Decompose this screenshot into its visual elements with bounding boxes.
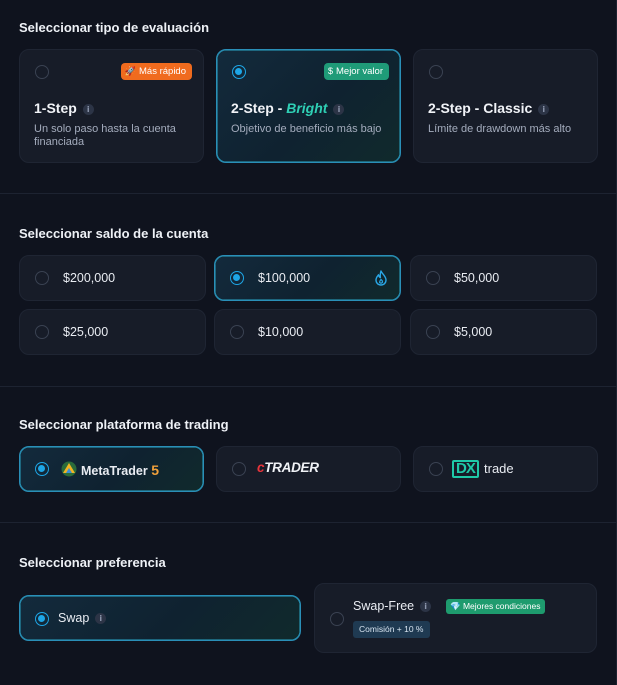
- evaluation-option-2step-bright[interactable]: $ Mejor valor 2-Step - Bright i Objetivo d…: [216, 49, 401, 163]
- preference-option-swap-free[interactable]: Swap-Free i 💎 Mejores condiciones Comisió…: [314, 583, 597, 653]
- platform-option-ctrader[interactable]: cTRADER: [216, 446, 401, 492]
- radio-balance[interactable]: [230, 325, 244, 339]
- balance-option-25000[interactable]: $25,000: [19, 309, 206, 355]
- rocket-icon: 🚀: [124, 66, 136, 76]
- badge-best-value: $ Mejor valor: [323, 63, 389, 80]
- radio-balance[interactable]: [426, 325, 440, 339]
- plan-description: Un solo paso hasta la cuenta financiada: [34, 123, 176, 148]
- info-icon[interactable]: i: [420, 601, 432, 613]
- ctrader-logo: cTRADER: [257, 460, 319, 475]
- dxtrade-logo-icon: DX: [452, 460, 479, 478]
- divider: [0, 386, 617, 387]
- divider: [0, 193, 617, 194]
- plan-name: 2-Step - Classic i: [428, 100, 550, 116]
- platform-option-metatrader5[interactable]: MetaTrader 5: [19, 446, 204, 492]
- plan-name: 1-Step i: [34, 100, 94, 116]
- evaluation-option-1step[interactable]: 🚀 Más rápido 1-Step i Un solo paso hasta l…: [19, 49, 204, 163]
- balance-option-10000[interactable]: $10,000: [214, 309, 401, 355]
- balance-option-5000[interactable]: $5,000: [410, 309, 597, 355]
- flame-icon: [375, 270, 387, 286]
- metatrader-logo-icon: [61, 461, 77, 477]
- selection-panel: Seleccionar tipo de evaluación 🚀 Más rápi…: [0, 0, 617, 685]
- balance-option-50000[interactable]: $50,000: [410, 255, 597, 301]
- preference-section-title: Seleccionar preferencia: [19, 555, 166, 570]
- balance-option-200000[interactable]: $200,000: [19, 255, 206, 301]
- balance-amount: $50,000: [454, 271, 500, 285]
- radio-preference[interactable]: [35, 612, 49, 626]
- radio-platform[interactable]: [232, 462, 246, 476]
- swap-free-label: Swap-Free i: [353, 599, 432, 613]
- balance-amount: $100,000: [258, 271, 311, 285]
- radio-platform[interactable]: [35, 462, 49, 476]
- swap-label: Swap i: [58, 611, 107, 625]
- info-icon[interactable]: i: [95, 613, 107, 625]
- platform-option-dxtrade[interactable]: DX trade: [413, 446, 598, 492]
- metatrader-label: MetaTrader 5: [81, 462, 159, 478]
- balance-option-100000[interactable]: $100,000: [214, 255, 401, 301]
- info-icon[interactable]: i: [82, 103, 94, 115]
- plan-description: Objetivo de beneficio más bajo: [231, 123, 382, 135]
- balance-amount: $5,000: [454, 325, 493, 339]
- balance-amount: $10,000: [258, 325, 304, 339]
- badge-fastest: 🚀 Más rápido: [120, 63, 192, 80]
- radio-2step-classic[interactable]: [429, 65, 443, 79]
- balance-amount: $200,000: [63, 271, 116, 285]
- radio-balance[interactable]: [35, 271, 49, 285]
- plan-description: Límite de drawdown más alto: [428, 123, 572, 135]
- dxtrade-label: trade: [484, 461, 514, 476]
- preference-option-swap[interactable]: Swap i: [19, 595, 301, 641]
- plan-name: 2-Step - Bright i: [231, 100, 345, 116]
- info-icon[interactable]: i: [333, 103, 345, 115]
- radio-2step-bright[interactable]: [232, 65, 246, 79]
- info-icon[interactable]: i: [538, 103, 550, 115]
- radio-balance[interactable]: [426, 271, 440, 285]
- balance-section-title: Seleccionar saldo de la cuenta: [19, 226, 209, 241]
- evaluation-option-2step-classic[interactable]: 2-Step - Classic i Límite de drawdown más…: [413, 49, 598, 163]
- radio-balance[interactable]: [35, 325, 49, 339]
- evaluation-section-title: Seleccionar tipo de evaluación: [19, 20, 210, 35]
- commission-tag: Comisión + 10 %: [353, 621, 430, 638]
- radio-1step[interactable]: [35, 65, 49, 79]
- radio-preference[interactable]: [330, 612, 344, 626]
- radio-platform[interactable]: [429, 462, 443, 476]
- badge-best-conditions: 💎 Mejores condiciones: [446, 599, 546, 614]
- radio-balance[interactable]: [230, 271, 244, 285]
- dollar-circle-icon: $: [327, 66, 333, 76]
- divider: [0, 522, 617, 523]
- balance-amount: $25,000: [63, 325, 109, 339]
- platform-section-title: Seleccionar plataforma de trading: [19, 417, 229, 432]
- diamond-icon: 💎: [450, 601, 461, 611]
